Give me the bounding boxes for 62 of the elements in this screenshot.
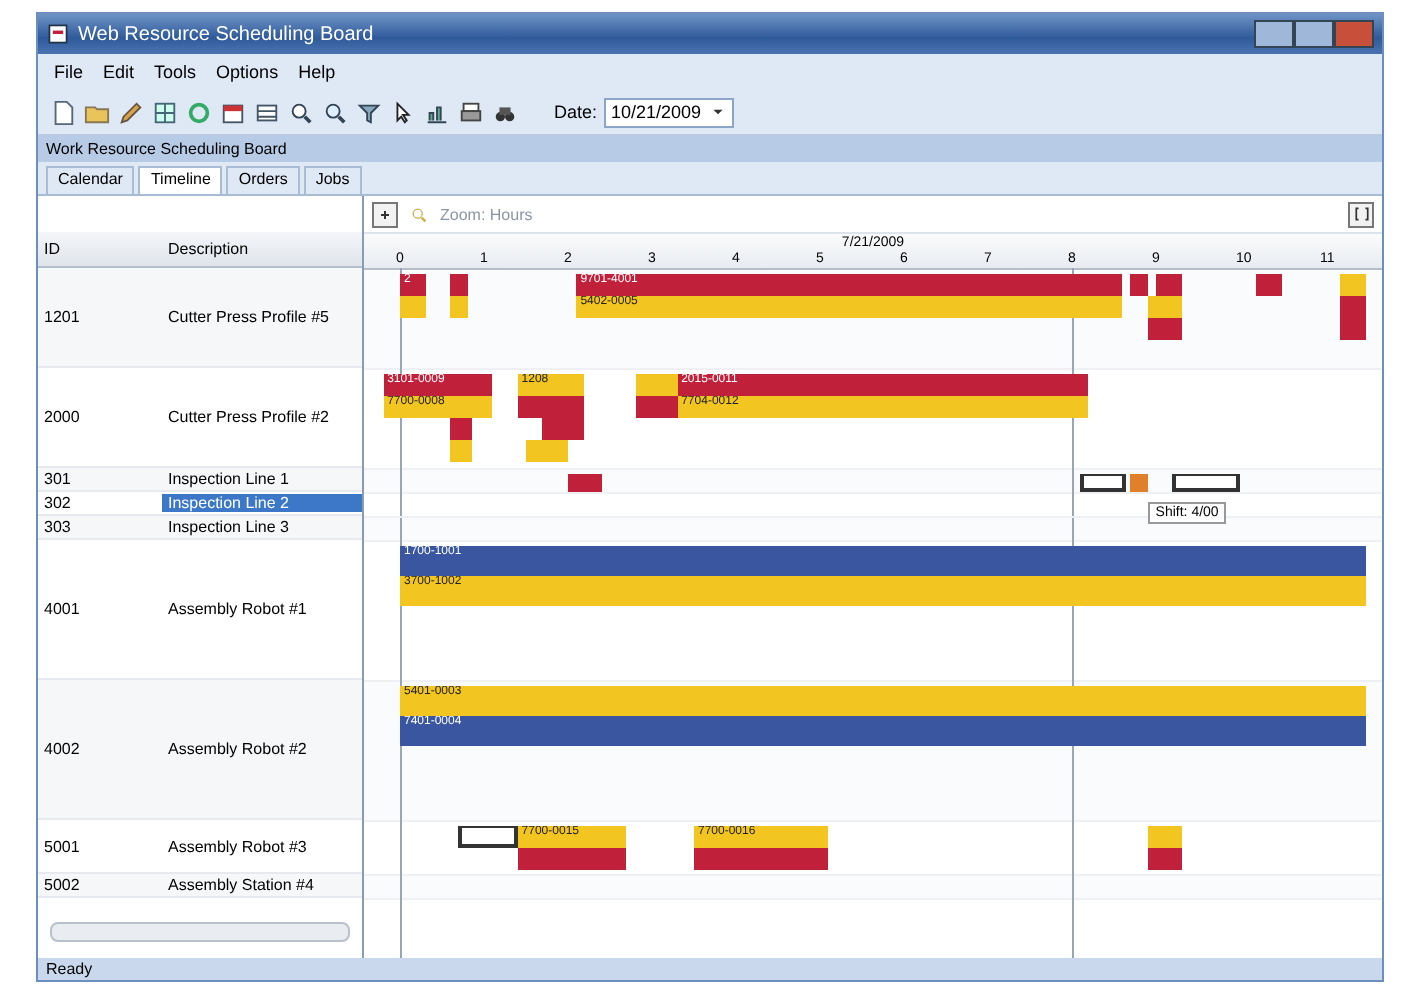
task-bar[interactable] (1147, 848, 1182, 870)
table-cell: Inspection Line 2 (162, 494, 362, 512)
plus-icon (378, 207, 392, 221)
table-cell-text: Assembly Robot #2 (166, 740, 309, 758)
dropdown-caret-icon (709, 104, 726, 120)
pencil-icon[interactable] (118, 99, 144, 125)
table-cell-text: 5002 (42, 876, 82, 894)
tab[interactable]: Jobs (303, 166, 362, 194)
zoom-icon (410, 205, 428, 223)
bracket-icon (1353, 206, 1369, 222)
outlined-slot[interactable] (1172, 474, 1240, 492)
grid-icon[interactable] (152, 99, 178, 125)
table-cell-text: 2000 (42, 408, 82, 426)
table-cell-text: Inspection Line 1 (166, 470, 291, 488)
table-cell-text: Cutter Press Profile #2 (166, 408, 331, 426)
window-title: Web Resource Scheduling Board (78, 23, 374, 45)
table-cell-text: 301 (42, 470, 73, 488)
horizontal-scrollbar[interactable] (50, 922, 350, 942)
menu-item[interactable]: File (54, 62, 84, 82)
maximize-button[interactable] (1294, 20, 1334, 48)
menu-item[interactable]: Options (216, 62, 279, 82)
task-bar[interactable] (517, 396, 585, 418)
table-cell-text: 4002 (42, 740, 82, 758)
tab[interactable]: Timeline (138, 166, 223, 194)
app-icon (46, 22, 70, 46)
table-cell-text: Assembly Robot #3 (166, 837, 309, 855)
table-cell-text: Cutter Press Profile #5 (166, 308, 331, 326)
status-bar: Ready (38, 958, 1382, 980)
column-header[interactable]: Description (162, 232, 362, 266)
table-cell-text: 5001 (42, 837, 82, 855)
outlined-slot[interactable] (458, 826, 518, 848)
tab[interactable]: Orders (226, 166, 300, 194)
table-cell-text: Inspection Line 3 (166, 518, 291, 536)
menu-item[interactable]: Edit (103, 62, 135, 82)
tab[interactable]: Calendar (46, 166, 135, 194)
new-document-icon[interactable] (50, 99, 76, 125)
zoom-in-icon[interactable] (288, 99, 314, 125)
table-cell-text: 4001 (42, 600, 82, 618)
zoom-out-icon[interactable] (322, 99, 348, 125)
task-bar[interactable] (542, 418, 585, 440)
table-cell-text: 1201 (42, 308, 82, 326)
menu-item[interactable]: Help (298, 62, 336, 82)
table-cell-text: 302 (42, 494, 73, 512)
filter-icon[interactable] (356, 99, 382, 125)
menu-item[interactable]: Tools (154, 62, 197, 82)
task-bar[interactable] (1147, 318, 1182, 340)
minimize-button[interactable] (1254, 20, 1294, 48)
date-field[interactable]: 10/21/2009 (603, 97, 734, 127)
print-icon[interactable] (458, 99, 484, 125)
task-bar[interactable] (635, 396, 678, 418)
date-label: Date: (554, 102, 598, 122)
outlined-slot[interactable] (1080, 474, 1127, 492)
table-icon[interactable] (254, 99, 280, 125)
zoom-label: Zoom: Hours (440, 205, 533, 223)
table-cell-text: Assembly Robot #1 (166, 600, 309, 618)
calendar-icon[interactable] (220, 99, 246, 125)
expand-button[interactable] (1348, 201, 1374, 227)
collapse-button[interactable] (372, 201, 398, 227)
table-cell-text: Assembly Station #4 (166, 876, 316, 894)
table-cell-text: 303 (42, 518, 73, 536)
column-header[interactable]: ID (38, 232, 162, 266)
panel-header: Work Resource Scheduling Board (38, 136, 1382, 162)
